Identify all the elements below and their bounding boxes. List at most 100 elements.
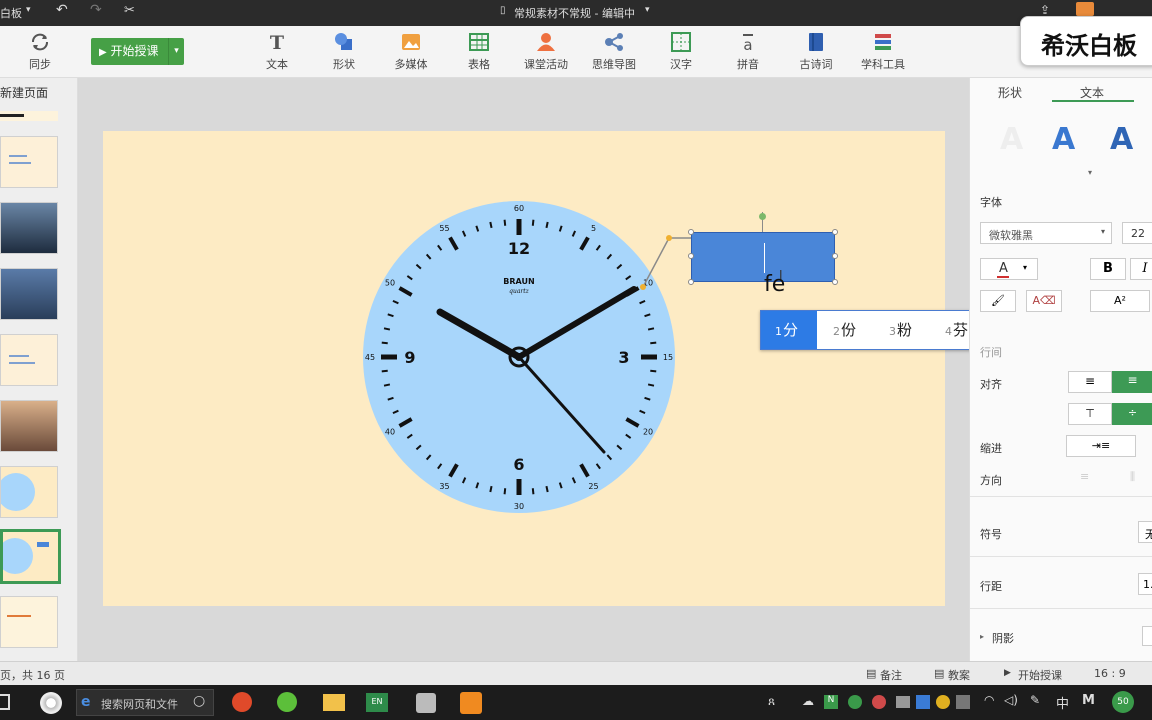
app-menu-label[interactable]: 白板 — [0, 5, 22, 21]
wifi-icon[interactable]: ◠ — [984, 693, 994, 707]
align-middle-button[interactable]: ÷ — [1112, 403, 1152, 425]
redo-icon[interactable]: ↷ — [90, 2, 102, 18]
font-size-field[interactable]: 22 — [1122, 222, 1152, 244]
taskbar-search-box[interactable]: e 搜索网页和文件 ○ — [76, 689, 214, 716]
bold-button[interactable]: B — [1090, 258, 1126, 280]
undo-icon[interactable]: ↶ — [56, 2, 68, 18]
vertical-text-icon[interactable]: ⫼ — [1130, 470, 1135, 484]
slide-thumbnail[interactable] — [0, 400, 58, 452]
tray-app-icon[interactable] — [916, 695, 930, 709]
tray-badge[interactable]: 50 — [1112, 691, 1134, 713]
people-icon[interactable]: ጸ — [768, 694, 775, 709]
pen-icon[interactable]: ✎ — [1030, 693, 1040, 707]
align-top-button[interactable]: ⊤ — [1068, 403, 1112, 425]
tray-app-icon[interactable]: N — [824, 695, 838, 709]
start-dropdown-icon[interactable]: ▾ — [168, 38, 184, 65]
text-style-preset[interactable]: A — [1000, 122, 1023, 157]
aspect-ratio-button[interactable]: 16 : 9 — [1094, 667, 1126, 680]
text-style-preset[interactable]: A — [1052, 122, 1075, 157]
font-color-picker[interactable]: A ▾ — [980, 258, 1038, 280]
slide-thumbnail[interactable] — [0, 466, 58, 518]
tray-app-icon[interactable] — [872, 695, 886, 709]
tool-media[interactable]: 多媒体 — [381, 32, 441, 72]
tool-text[interactable]: T 文本 — [247, 32, 307, 72]
lesson-plan-button[interactable]: 教案 — [948, 667, 970, 683]
tool-table[interactable]: 表格 — [449, 32, 509, 72]
task-view-icon[interactable] — [0, 694, 10, 710]
resize-handle[interactable] — [688, 253, 694, 259]
tool-class-activity[interactable]: 课堂活动 — [516, 32, 576, 72]
penguin-app-icon[interactable] — [232, 692, 252, 712]
app-menu-dropdown-icon[interactable]: ▾ — [26, 5, 31, 15]
format-painter-button[interactable]: 🖌 — [980, 290, 1016, 312]
slide-thumbnail-selected[interactable] — [0, 529, 61, 584]
title-dropdown-icon[interactable]: ▾ — [645, 5, 650, 15]
italic-button[interactable]: I — [1130, 258, 1152, 280]
tray-app-icon[interactable] — [936, 695, 950, 709]
clock-face[interactable]: 60510152025303540455055 12 3 6 9 BRAUN q… — [358, 196, 680, 518]
line-spacing-field[interactable]: 1.0 — [1138, 573, 1152, 595]
connector-handle[interactable] — [640, 284, 646, 290]
rotate-handle[interactable] — [759, 213, 766, 220]
tab-shape[interactable]: 形状 — [998, 84, 1022, 101]
start-menu-icon[interactable] — [40, 692, 62, 714]
new-page-button[interactable]: 新建页面 — [0, 84, 48, 101]
tool-mindmap[interactable]: 思维导图 — [584, 32, 644, 72]
file-explorer-icon[interactable] — [323, 694, 345, 711]
connector-handle[interactable] — [666, 235, 672, 241]
resize-handle[interactable] — [688, 229, 694, 235]
scissors-app-icon[interactable] — [460, 692, 482, 714]
ime-candidate-4[interactable]: 4芬 — [945, 311, 968, 349]
slide-thumbnail[interactable] — [0, 334, 58, 386]
document-title[interactable]: 常规素材不常规 - 编辑中 — [514, 5, 635, 21]
tool-poetry[interactable]: 古诗词 — [786, 32, 846, 72]
share-icon[interactable]: ⇪ — [1040, 3, 1050, 17]
ime-m-icon[interactable]: M — [1082, 693, 1095, 708]
clear-format-button[interactable]: A⌫ — [1026, 290, 1062, 312]
indent-button[interactable]: ⇥≡ — [1066, 435, 1136, 457]
slide-thumbnail[interactable] — [0, 111, 58, 121]
ime-candidate-3[interactable]: 3粉 — [889, 311, 912, 349]
mail-icon[interactable] — [1076, 2, 1094, 16]
shadow-toggle[interactable] — [1142, 626, 1152, 646]
font-family-select[interactable]: 微软雅黑 ▾ — [980, 222, 1112, 244]
cloud-icon[interactable]: ☁ — [802, 694, 814, 708]
tool-pinyin[interactable]: a 拼音 — [718, 32, 778, 72]
sync-button[interactable]: 同步 — [10, 32, 70, 72]
shadow-label[interactable]: 阴影 — [992, 630, 1014, 646]
ime-candidate-2[interactable]: 2份 — [833, 311, 856, 349]
browser-360-icon[interactable] — [277, 692, 297, 712]
slide-thumbnail[interactable] — [0, 268, 58, 320]
resize-handle[interactable] — [832, 279, 838, 285]
horizontal-text-icon[interactable]: ≡ — [1080, 470, 1089, 483]
wechat-icon[interactable] — [848, 695, 862, 709]
tool-chinese-char[interactable]: 汉字 — [651, 32, 711, 72]
ime-candidate-1[interactable]: 1分 — [761, 311, 817, 349]
volume-icon[interactable]: ◁) — [1004, 693, 1018, 707]
selected-textbox[interactable] — [691, 232, 835, 282]
monitor-icon[interactable] — [896, 696, 910, 708]
ime-mode-indicator[interactable]: 中 — [1056, 693, 1069, 712]
superscript-button[interactable]: A² — [1090, 290, 1150, 312]
resize-handle[interactable] — [832, 229, 838, 235]
tool-shape[interactable]: 形状 — [314, 32, 374, 72]
slide-thumbnail[interactable] — [0, 596, 58, 648]
resize-handle[interactable] — [688, 279, 694, 285]
resize-handle[interactable] — [832, 253, 838, 259]
text-style-preset[interactable]: A — [1110, 122, 1133, 157]
scissors-icon[interactable]: ✂ — [124, 3, 135, 18]
expand-arrow-icon[interactable]: ▸ — [980, 632, 984, 641]
notes-button[interactable]: 备注 — [880, 667, 902, 683]
symbol-select[interactable]: 无 — [1138, 521, 1152, 543]
keyboard-icon[interactable] — [956, 695, 970, 709]
styles-more-icon[interactable]: ▾ — [1088, 168, 1092, 177]
slide-thumbnail[interactable] — [0, 136, 58, 188]
tab-text[interactable]: 文本 — [1080, 84, 1104, 101]
align-center-button[interactable]: ≡ — [1112, 371, 1152, 393]
slide-thumbnail[interactable] — [0, 202, 58, 254]
status-start-class-button[interactable]: 开始授课 — [1018, 667, 1062, 683]
tool-subject[interactable]: 学科工具 — [853, 32, 913, 72]
recorder-app-icon[interactable] — [416, 693, 436, 713]
align-left-button[interactable]: ≡ — [1068, 371, 1112, 393]
start-class-button[interactable]: ▶ 开始授课 ▾ — [91, 38, 184, 65]
